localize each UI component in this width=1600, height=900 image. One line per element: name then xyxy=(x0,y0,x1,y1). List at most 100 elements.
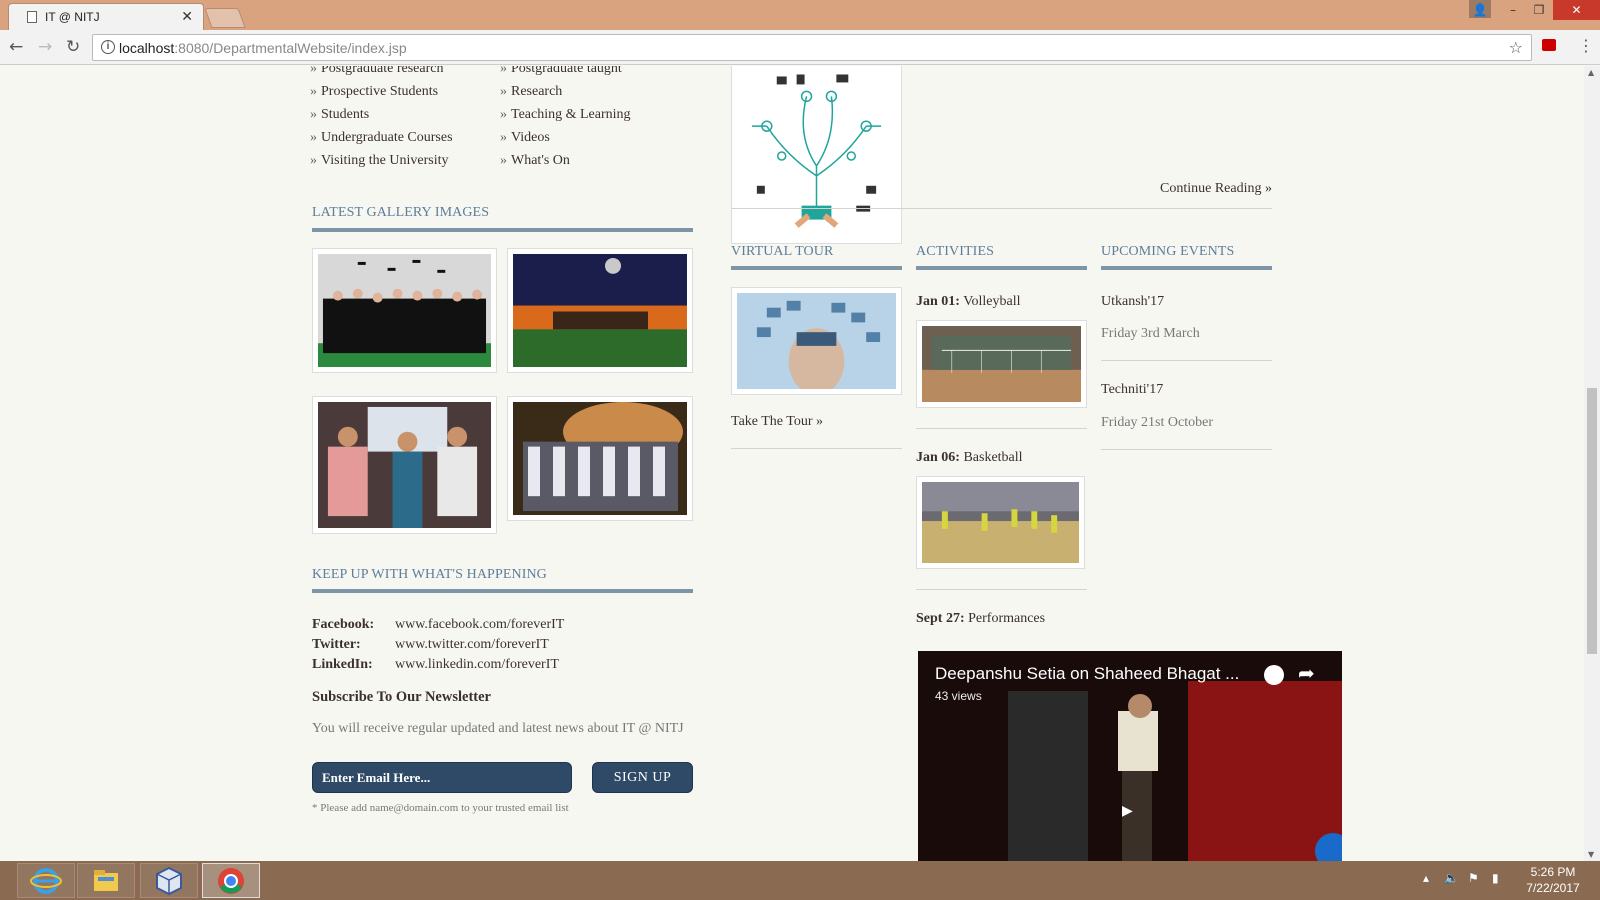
group-photo xyxy=(513,402,687,515)
divider xyxy=(1101,360,1272,361)
minimize-icon[interactable]: – xyxy=(1500,0,1526,20)
list-item[interactable]: » Research xyxy=(500,80,631,103)
gallery-thumbnail[interactable] xyxy=(312,248,497,373)
activity-name[interactable]: Volleyball xyxy=(963,294,1020,309)
section-rule xyxy=(312,589,693,593)
gallery-thumbnail[interactable] xyxy=(507,396,693,521)
network-icon[interactable]: ▮ xyxy=(1492,871,1499,885)
virtual-tour-image[interactable] xyxy=(731,287,902,395)
bullet: » xyxy=(310,107,317,122)
play-icon[interactable]: ▶ xyxy=(1122,803,1133,819)
activity-date: Sept 27: xyxy=(916,611,965,626)
divider xyxy=(731,448,902,449)
embedded-video-player[interactable]: Deepanshu Setia on Shaheed Bhagat ... 43… xyxy=(918,651,1342,861)
list-item[interactable]: » Prospective Students xyxy=(310,80,453,103)
continue-reading-link[interactable]: Continue Reading » xyxy=(1160,181,1272,197)
link[interactable]: What's On xyxy=(511,153,570,168)
window-close-icon[interactable]: ✕ xyxy=(1553,0,1600,20)
list-item[interactable]: » Postgraduate research xyxy=(310,66,453,80)
activity-name[interactable]: Basketball xyxy=(963,450,1022,465)
list-item[interactable]: » Visiting the University xyxy=(310,149,453,172)
file-explorer-icon[interactable] xyxy=(77,863,135,898)
activity-image[interactable] xyxy=(916,476,1085,569)
video-title[interactable]: Deepanshu Setia on Shaheed Bhagat ... xyxy=(935,664,1239,684)
extension-icon[interactable] xyxy=(1542,39,1556,51)
take-tour-link[interactable]: Take The Tour » xyxy=(731,414,823,430)
list-item[interactable]: » Teaching & Learning xyxy=(500,103,631,126)
event-date: Friday 3rd March xyxy=(1101,326,1200,341)
link[interactable]: Teaching & Learning xyxy=(511,107,631,122)
facebook-link[interactable]: www.facebook.com/foreverIT xyxy=(395,617,564,633)
share-arrow-icon[interactable]: ➦ xyxy=(1298,661,1315,685)
quick-links-column-1: » Postgraduate research » Prospective Stud… xyxy=(310,66,453,172)
scroll-thumb[interactable] xyxy=(1587,388,1597,654)
link[interactable]: Undergraduate Courses xyxy=(321,130,453,145)
newsletter-note: * Please add name@domain.com to your tru… xyxy=(312,802,569,814)
linkedin-link[interactable]: www.linkedin.com/foreverIT xyxy=(395,657,559,673)
user-profile-icon[interactable]: 👤 xyxy=(1469,0,1491,18)
bookmark-star-icon[interactable]: ☆ xyxy=(1509,38,1523,57)
reload-icon[interactable]: ↻ xyxy=(66,37,80,57)
menu-icon[interactable]: ⋮ xyxy=(1578,36,1594,55)
page-scrollbar[interactable]: ▲ ▼ xyxy=(1584,66,1600,861)
scroll-up-icon[interactable]: ▲ xyxy=(1588,68,1594,77)
scroll-down-icon[interactable]: ▼ xyxy=(1588,850,1594,859)
article-image[interactable] xyxy=(731,66,902,244)
gallery-thumbnail[interactable] xyxy=(507,248,693,373)
activity-item[interactable]: Jan 06: Basketball xyxy=(916,450,1023,466)
virtual-tour-title: VIRTUAL TOUR xyxy=(731,244,834,259)
url-host: localhost xyxy=(119,40,175,56)
address-bar[interactable]: i localhost:8080/DepartmentalWebsite/ind… xyxy=(92,34,1532,61)
gallery-thumbnail[interactable] xyxy=(312,396,497,534)
divider xyxy=(731,208,1272,209)
list-item[interactable]: » What's On xyxy=(500,149,631,172)
activity-name[interactable]: Performances xyxy=(968,611,1045,626)
newsletter-title: Subscribe To Our Newsletter xyxy=(312,689,491,705)
browser-titlebar: IT @ NITJ ✕ 👤 – ❐ ✕ xyxy=(0,0,1600,30)
tab-title: IT @ NITJ xyxy=(45,10,100,24)
restore-icon[interactable]: ❐ xyxy=(1526,0,1552,20)
tab-close-icon[interactable]: ✕ xyxy=(181,8,193,25)
quick-links-column-2: » Postgraduate taught » Research » Teaching… xyxy=(500,66,631,172)
browser-tab[interactable]: IT @ NITJ ✕ xyxy=(8,3,204,30)
forward-arrow-icon[interactable]: → xyxy=(38,37,52,57)
bullet: » xyxy=(500,130,507,145)
list-item[interactable]: » Students xyxy=(310,103,453,126)
link[interactable]: Postgraduate taught xyxy=(511,66,622,76)
internet-explorer-icon[interactable] xyxy=(17,863,75,898)
link[interactable]: Students xyxy=(321,107,369,122)
convocation-stage-photo xyxy=(513,254,687,367)
show-hidden-icons-icon[interactable]: ▴ xyxy=(1423,871,1429,885)
windows-taskbar: ▴ 🔈 ⚑ ▮ 5:26 PM 7/22/2017 xyxy=(0,861,1600,900)
twitter-link[interactable]: www.twitter.com/foreverIT xyxy=(395,637,549,653)
info-icon[interactable]: i xyxy=(101,40,115,54)
link[interactable]: Research xyxy=(511,84,562,99)
list-item[interactable]: » Postgraduate taught xyxy=(500,66,631,80)
activity-date: Jan 06: xyxy=(916,450,960,465)
link[interactable]: Visiting the University xyxy=(321,153,448,168)
link[interactable]: Postgraduate research xyxy=(321,66,443,76)
list-item[interactable]: » Videos xyxy=(500,126,631,149)
list-item[interactable]: » Undergraduate Courses xyxy=(310,126,453,149)
link[interactable]: Prospective Students xyxy=(321,84,438,99)
link[interactable]: Videos xyxy=(511,130,550,145)
volume-icon[interactable]: 🔈 xyxy=(1444,871,1459,885)
chrome-icon[interactable] xyxy=(202,863,260,898)
system-clock[interactable]: 5:26 PM 7/22/2017 xyxy=(1518,864,1588,896)
award-ceremony-photo xyxy=(318,402,491,528)
activity-date: Jan 01: xyxy=(916,294,960,309)
event-name[interactable]: Utkansh'17 xyxy=(1101,294,1164,310)
watch-later-clock-icon[interactable] xyxy=(1264,665,1284,685)
email-input[interactable] xyxy=(312,762,572,793)
signup-button[interactable]: SIGN UP xyxy=(592,762,693,793)
back-arrow-icon[interactable]: ← xyxy=(9,37,23,57)
virtualbox-icon[interactable] xyxy=(140,863,198,898)
activity-item[interactable]: Sept 27: Performances xyxy=(916,611,1045,627)
bullet: » xyxy=(500,84,507,99)
bullet: » xyxy=(310,130,317,145)
action-center-flag-icon[interactable]: ⚑ xyxy=(1468,871,1479,885)
event-name[interactable]: Techniti'17 xyxy=(1101,382,1163,398)
activity-image[interactable] xyxy=(916,320,1087,408)
activity-item[interactable]: Jan 01: Volleyball xyxy=(916,294,1021,310)
new-tab-button[interactable] xyxy=(204,8,246,28)
